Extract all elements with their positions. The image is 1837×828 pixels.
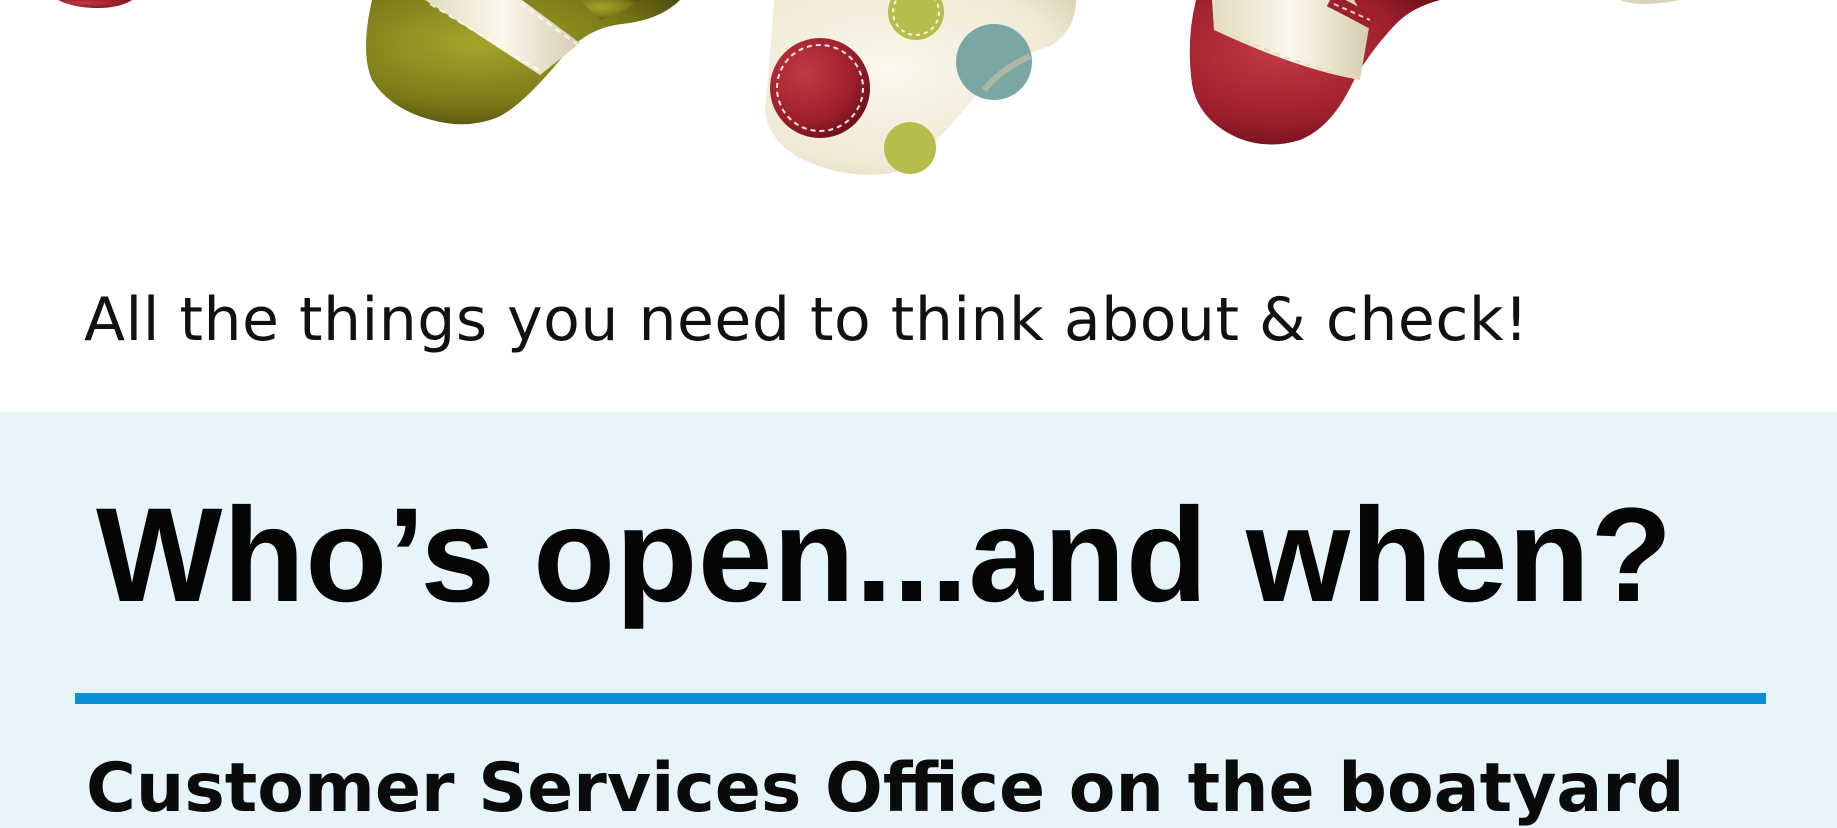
christmas-stockings-image	[58, 0, 1680, 175]
opening-hours-heading: Who’s open...and when?	[96, 481, 1673, 630]
customer-services-office-title: Customer Services Office on the boatyard	[86, 749, 1685, 828]
stocking-cream-polka	[765, 0, 1076, 175]
page: All the things you need to think about &…	[0, 0, 1837, 828]
stocking-olive	[366, 0, 680, 125]
stocking-red-partial	[58, 0, 132, 8]
stocking-partial-right	[1620, 0, 1680, 4]
page-subtitle: All the things you need to think about &…	[84, 285, 1529, 355]
stocking-red-striped	[1189, 0, 1440, 145]
heading-divider	[75, 693, 1766, 704]
opening-hours-panel: Who’s open...and when? Customer Services…	[0, 412, 1837, 828]
